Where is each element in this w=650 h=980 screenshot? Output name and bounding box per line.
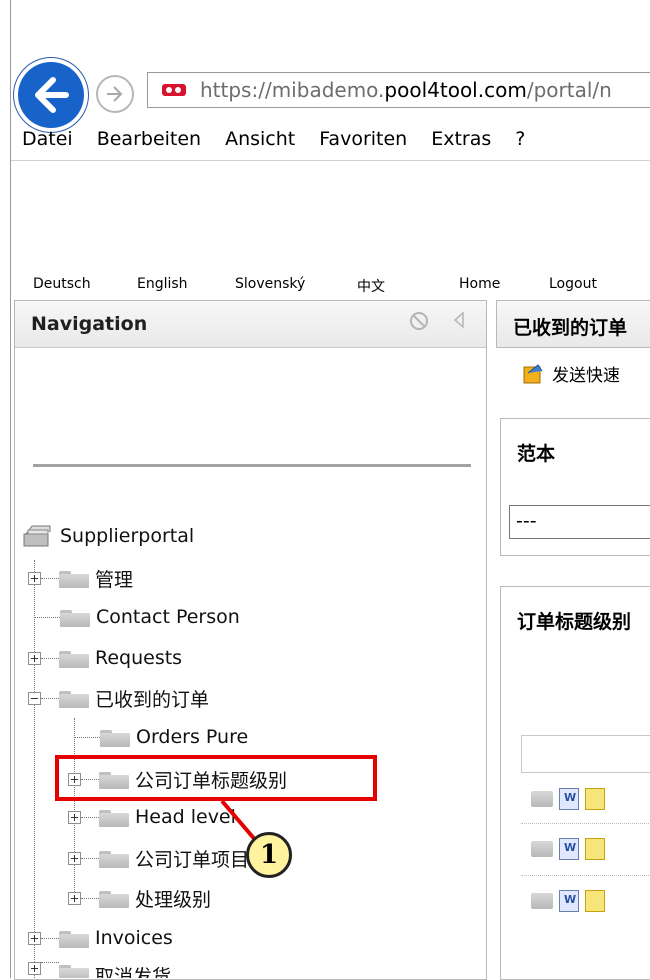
- folder-icon: [99, 888, 129, 908]
- expand-icon[interactable]: [68, 810, 81, 824]
- tree-item-orders-pure[interactable]: Orders Pure: [74, 724, 248, 750]
- expand-icon[interactable]: [28, 931, 41, 945]
- folder-icon: [59, 688, 89, 708]
- notes-icon[interactable]: [585, 890, 605, 912]
- send-icon: [523, 363, 543, 383]
- navigation-title: Navigation: [31, 313, 148, 335]
- collapse-icon[interactable]: [28, 691, 41, 705]
- template-section: 范本 ---: [500, 418, 650, 556]
- refresh-icon[interactable]: [407, 309, 431, 333]
- table-row[interactable]: [531, 887, 650, 915]
- tree-item-requests[interactable]: Requests: [28, 645, 182, 671]
- tree-item-contact-person[interactable]: Contact Person: [34, 604, 240, 630]
- order-header-section: 订单标题级别: [500, 586, 650, 980]
- folder-icon: [100, 727, 130, 747]
- menu-extras[interactable]: Extras: [420, 128, 504, 150]
- tree-item-guanli[interactable]: 管理: [28, 565, 133, 591]
- site-identity-icon: [162, 84, 186, 96]
- folder-icon: [99, 848, 129, 868]
- template-label: 范本: [517, 443, 556, 465]
- folder-icon: [60, 607, 90, 627]
- folder-icon: [531, 893, 553, 909]
- lang-slovensky[interactable]: Slovenský: [235, 276, 305, 292]
- tree-item-invoices[interactable]: Invoices: [28, 925, 173, 951]
- tree-item-received-orders[interactable]: 已收到的订单: [28, 685, 209, 711]
- template-select[interactable]: ---: [509, 505, 650, 539]
- lang-english[interactable]: English: [137, 276, 188, 292]
- cabinet-icon: [23, 525, 51, 547]
- expand-icon[interactable]: [28, 651, 41, 665]
- menu-bearbeiten[interactable]: Bearbeiten: [86, 128, 214, 150]
- folder-icon: [59, 962, 89, 978]
- word-document-icon[interactable]: [559, 838, 579, 860]
- content-header: 已收到的订单: [496, 300, 650, 348]
- folder-icon: [531, 791, 553, 807]
- highlight-box: [55, 755, 377, 801]
- navigation-panel: Navigation: [14, 300, 487, 980]
- lang-deutsch[interactable]: Deutsch: [33, 276, 91, 292]
- expand-icon[interactable]: [68, 851, 81, 865]
- tree-item-head-level[interactable]: Head level: [68, 804, 236, 830]
- word-document-icon[interactable]: [559, 890, 579, 912]
- tree-root-supplierportal[interactable]: Supplierportal: [22, 523, 194, 549]
- logout-link[interactable]: Logout: [549, 276, 597, 292]
- table-row[interactable]: [531, 835, 650, 863]
- folder-icon: [59, 928, 89, 948]
- collapse-left-icon[interactable]: [449, 309, 471, 331]
- lang-chinese[interactable]: 中文: [357, 276, 385, 296]
- arrow-right-icon: [107, 86, 123, 102]
- order-header-label: 订单标题级别: [517, 611, 632, 633]
- home-link[interactable]: Home: [459, 276, 500, 292]
- menu-bar: Datei Bearbeiten Ansicht Favoriten Extra…: [11, 118, 650, 161]
- folder-icon: [531, 841, 553, 857]
- table-row[interactable]: [531, 785, 650, 813]
- folder-icon: [59, 568, 89, 588]
- menu-ansicht[interactable]: Ansicht: [214, 128, 308, 150]
- menu-favoriten[interactable]: Favoriten: [308, 128, 420, 150]
- notes-icon[interactable]: [585, 788, 605, 810]
- tree-item-processing-level[interactable]: 处理级别: [68, 885, 211, 911]
- content-title: 已收到的订单: [513, 317, 628, 339]
- filter-row[interactable]: [521, 735, 650, 773]
- word-document-icon[interactable]: [559, 788, 579, 810]
- tree-item-cancel-shipping[interactable]: 取消发货: [28, 962, 171, 978]
- expand-icon[interactable]: [28, 962, 41, 975]
- folder-icon: [99, 807, 129, 827]
- arrow-left-icon: [35, 77, 69, 113]
- expand-icon[interactable]: [28, 571, 41, 585]
- menu-datei[interactable]: Datei: [11, 128, 86, 150]
- folder-icon: [59, 648, 89, 668]
- expand-icon[interactable]: [68, 891, 81, 905]
- address-bar[interactable]: https://mibademo.pool4tool.com/portal/n: [147, 72, 650, 108]
- send-quick-link[interactable]: 发送快速: [522, 361, 620, 386]
- step-callout: 1: [246, 832, 292, 878]
- url-text: https://mibademo.pool4tool.com/portal/n: [200, 78, 612, 102]
- language-bar: Deutsch English Slovenský 中文 Home Logout: [11, 270, 650, 296]
- menu-help[interactable]: ?: [504, 128, 538, 150]
- forward-button[interactable]: [96, 75, 134, 113]
- notes-icon[interactable]: [585, 838, 605, 860]
- navigation-header: Navigation: [15, 301, 486, 348]
- divider: [33, 464, 471, 467]
- window-frame: [0, 0, 11, 978]
